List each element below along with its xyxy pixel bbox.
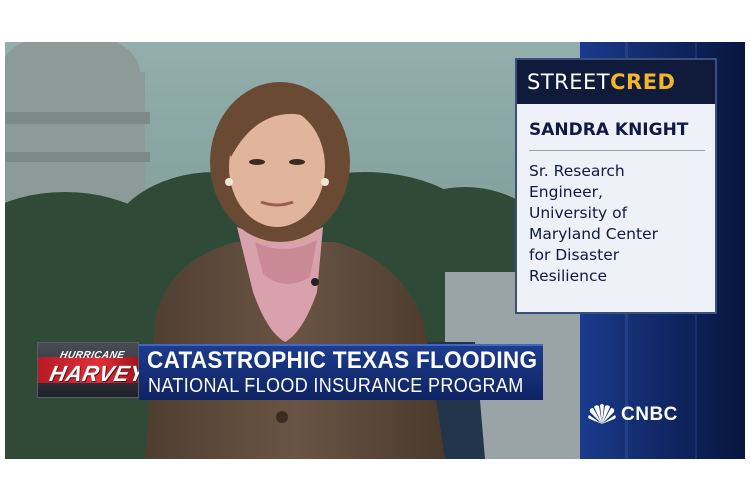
headline-sub: NATIONAL FLOOD INSURANCE PROGRAM	[148, 375, 524, 397]
guest-title: Sr. Research Engineer, University of Mar…	[529, 162, 658, 285]
cnbc-logo: CNBC	[587, 402, 715, 428]
street-cred-header: STREETCRED	[517, 60, 715, 104]
street-cred-panel: STREETCRED SANDRA KNIGHT Sr. Research En…	[515, 58, 717, 314]
street-label: STREET	[527, 70, 611, 94]
logo-line1: HURRICANE	[58, 350, 126, 361]
headline-main: CATASTROPHIC TEXAS FLOODING	[147, 347, 538, 374]
cred-label: CRED	[610, 70, 676, 94]
guest-name: SANDRA KNIGHT	[529, 120, 705, 151]
peacock-icon	[588, 404, 616, 424]
hurricane-harvey-logo: HURRICANE HARVEY	[37, 342, 147, 398]
lower-third-banner: CATASTROPHIC TEXAS FLOODING NATIONAL FLO…	[139, 344, 543, 400]
video-frame: STREETCRED SANDRA KNIGHT Sr. Research En…	[5, 42, 745, 459]
logo-line2: HARVEY	[47, 361, 148, 386]
network-name: CNBC	[621, 404, 678, 425]
